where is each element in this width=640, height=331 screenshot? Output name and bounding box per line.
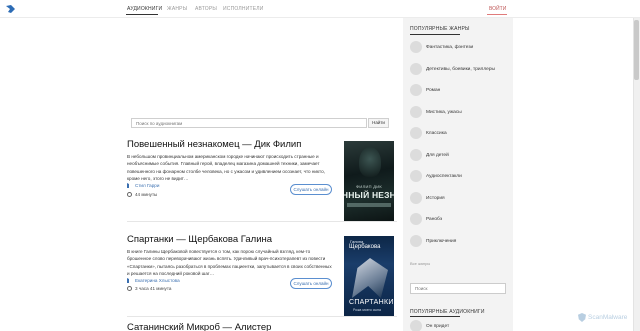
- genre-thumbnail: [410, 170, 422, 182]
- nav-audiobooks[interactable]: АУДИОКНИГИ: [127, 6, 162, 12]
- search-button[interactable]: Найти: [368, 118, 389, 128]
- cover-figure: [359, 147, 381, 177]
- duration-text: 44 минуты: [135, 192, 158, 197]
- cover-title: СПАРТАНКИ: [349, 299, 394, 306]
- login-link[interactable]: ВОЙТИ: [489, 6, 506, 12]
- duration-text: 3 часа 41 минута: [135, 286, 172, 291]
- genre-item[interactable]: Фантастика, фэнтези: [410, 41, 473, 53]
- genre-thumbnail: [410, 84, 422, 96]
- narrator-link[interactable]: Стил Гарри: [135, 183, 159, 188]
- book-card: Повешенный незнакомец — Дик Филип В небо…: [127, 139, 397, 221]
- divider: [127, 221, 397, 222]
- microphone-icon: [127, 278, 132, 283]
- login-underline: [487, 14, 507, 15]
- genre-item[interactable]: Ранобэ: [410, 213, 442, 225]
- genre-thumbnail: [410, 63, 422, 75]
- book-narrator: Екатерина Хлыстова: [127, 278, 180, 283]
- cover-subtitle: Рожа моего сына: [353, 308, 381, 312]
- nav-authors[interactable]: АВТОРЫ: [195, 6, 217, 12]
- genre-item[interactable]: Классика: [410, 127, 447, 139]
- heading-underline: [410, 316, 460, 317]
- watermark-text: ScanMalware: [588, 314, 628, 321]
- audiobook-thumbnail: [410, 320, 422, 331]
- popular-audiobooks-heading: ПОПУЛЯРНЫЕ АУДИОКНИГИ: [410, 309, 485, 315]
- watermark: ScanMalware: [578, 313, 627, 322]
- popular-audiobook-item[interactable]: Он придет: [410, 320, 449, 331]
- book-title[interactable]: Сатанинский Микроб — Алистер: [127, 322, 397, 331]
- genre-label: Роман: [426, 87, 441, 93]
- genre-thumbnail: [410, 192, 422, 204]
- genre-label: Классика: [426, 130, 447, 136]
- book-cover[interactable]: Галина Щербакова СПАРТАНКИ Рожа моего сы…: [344, 236, 394, 316]
- cover-wing-image: [352, 258, 388, 298]
- narrator-link[interactable]: Екатерина Хлыстова: [135, 278, 180, 283]
- genre-label: Приключения: [426, 238, 457, 244]
- book-duration: 44 минуты: [127, 192, 157, 197]
- book-description: В книге Галины Щербаковой повествуется о…: [127, 249, 332, 277]
- genre-thumbnail: [410, 213, 422, 225]
- sidebar-search-input[interactable]: [410, 283, 506, 294]
- nav-narrators[interactable]: ИСПОЛНИТЕЛИ: [223, 6, 264, 12]
- genre-item[interactable]: Мистика, ужасы: [410, 106, 462, 118]
- genre-item[interactable]: Приключения: [410, 235, 456, 247]
- book-narrator: Стил Гарри: [127, 183, 159, 188]
- cover-author-surname: Щербакова: [349, 244, 381, 250]
- genre-label: Детективы, боевики, триллеры: [426, 66, 495, 72]
- cover-title: ЕННЫЙ НЕЗНА: [344, 190, 394, 200]
- genre-item[interactable]: Детективы, боевики, триллеры: [410, 63, 495, 75]
- heading-underline: [410, 34, 460, 35]
- top-navigation: АУДИОКНИГИ ЖАНРЫ АВТОРЫ ИСПОЛНИТЕЛИ ВОЙТ…: [0, 0, 640, 18]
- clock-icon: [127, 286, 132, 291]
- listen-online-button[interactable]: Слушать онлайн: [290, 184, 332, 195]
- genre-label: Для детей: [426, 152, 449, 158]
- book-card: Сатанинский Микроб — Алистер: [127, 322, 397, 331]
- genre-thumbnail: [410, 149, 422, 161]
- listen-online-button[interactable]: Слушать онлайн: [290, 278, 332, 289]
- genre-item[interactable]: История: [410, 192, 445, 204]
- cover-author: ФИЛИП ДИК: [356, 184, 383, 189]
- genre-thumbnail: [410, 235, 422, 247]
- genre-label: История: [426, 195, 445, 201]
- all-genres-link[interactable]: Все жанры: [410, 261, 430, 266]
- genre-label: Фантастика, фэнтези: [426, 44, 474, 50]
- nav-genres[interactable]: ЖАНРЫ: [167, 6, 187, 12]
- genre-thumbnail: [410, 127, 422, 139]
- active-tab-indicator: [126, 14, 158, 15]
- clock-icon: [127, 192, 132, 197]
- book-card: Спартанки — Щербакова Галина В книге Гал…: [127, 234, 397, 316]
- genre-label: Мистика, ужасы: [426, 109, 462, 115]
- book-duration: 3 часа 41 минута: [127, 286, 171, 291]
- shield-icon: [578, 313, 586, 322]
- logo-icon[interactable]: [5, 4, 16, 14]
- cover-subtitle-bar: [347, 203, 391, 207]
- microphone-icon: [127, 183, 132, 188]
- genre-item[interactable]: Для детей: [410, 149, 449, 161]
- genre-item[interactable]: Роман: [410, 84, 440, 96]
- search-input[interactable]: [131, 118, 367, 128]
- genre-item[interactable]: Аудиоспектакли: [410, 170, 462, 182]
- popular-genres-heading: ПОПУЛЯРНЫЕ ЖАНРЫ: [410, 26, 470, 32]
- genre-thumbnail: [410, 41, 422, 53]
- genre-thumbnail: [410, 106, 422, 118]
- book-description: В небольшом провинциальном американском …: [127, 154, 325, 182]
- audiobook-title: Он придет: [426, 323, 450, 329]
- scrollbar-thumb[interactable]: [634, 20, 639, 80]
- genre-label: Ранобэ: [426, 216, 443, 222]
- divider: [127, 316, 397, 317]
- genre-label: Аудиоспектакли: [426, 173, 462, 179]
- book-cover[interactable]: ФИЛИП ДИК ЕННЫЙ НЕЗНА: [344, 141, 394, 221]
